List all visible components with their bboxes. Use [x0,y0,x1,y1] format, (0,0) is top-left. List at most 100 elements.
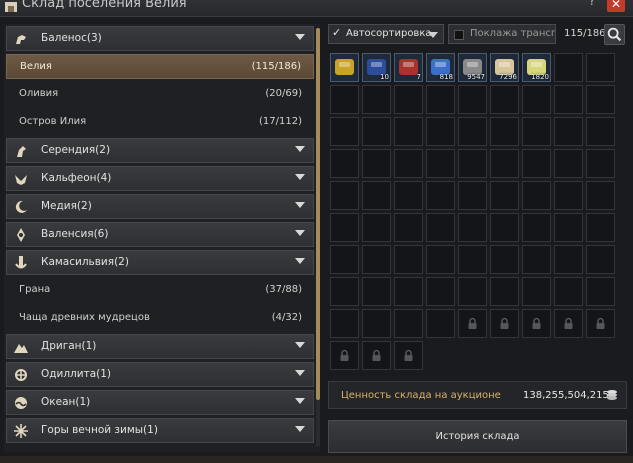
empty-slot[interactable] [554,277,583,306]
empty-slot[interactable] [394,181,423,210]
empty-slot[interactable] [394,213,423,242]
empty-slot[interactable] [554,85,583,114]
empty-slot[interactable] [362,149,391,178]
empty-slot[interactable] [586,149,615,178]
region-header[interactable]: Серендия(2) [6,138,314,163]
locked-slot[interactable] [522,309,551,338]
empty-slot[interactable] [330,181,359,210]
empty-slot[interactable] [522,85,551,114]
inventory-slot[interactable]: 7296 [490,53,519,82]
empty-slot[interactable] [458,181,487,210]
empty-slot[interactable] [586,85,615,114]
empty-slot[interactable] [458,277,487,306]
inventory-slot[interactable]: 10 [362,53,391,82]
inventory-slot[interactable]: 9547 [458,53,487,82]
empty-slot[interactable] [394,309,423,338]
empty-slot[interactable] [554,181,583,210]
empty-slot[interactable] [394,117,423,146]
empty-slot[interactable] [458,213,487,242]
locked-slot[interactable] [330,341,359,370]
town-row[interactable]: Оливия (20/69) [6,82,314,107]
empty-slot[interactable] [522,117,551,146]
town-row[interactable]: Грана (37/88) [6,278,314,303]
region-header[interactable]: Баленос(3) [6,26,314,51]
empty-slot[interactable] [362,309,391,338]
town-row[interactable]: Остров Илия (17/112) [6,110,314,135]
empty-slot[interactable] [330,85,359,114]
empty-slot[interactable] [490,85,519,114]
empty-slot[interactable] [522,149,551,178]
empty-slot[interactable] [330,149,359,178]
inventory-slot[interactable]: 1820 [522,53,551,82]
empty-slot[interactable] [586,117,615,146]
empty-slot[interactable] [394,149,423,178]
autosort-checkbox[interactable]: ✓ [332,27,344,39]
empty-slot[interactable] [554,245,583,274]
empty-slot[interactable] [554,117,583,146]
locked-slot[interactable] [554,309,583,338]
empty-slot[interactable] [426,85,455,114]
region-header[interactable]: Одиллита(1) [6,362,314,387]
region-header[interactable]: Камасильвия(2) [6,250,314,275]
empty-slot[interactable] [426,149,455,178]
empty-slot[interactable] [490,245,519,274]
empty-slot[interactable] [426,213,455,242]
empty-slot[interactable] [586,213,615,242]
town-row[interactable]: Велия (115/186) [6,54,314,79]
locked-slot[interactable] [490,309,519,338]
empty-slot[interactable] [490,213,519,242]
empty-slot[interactable] [394,85,423,114]
empty-slot[interactable] [458,85,487,114]
empty-slot[interactable] [490,149,519,178]
empty-slot[interactable] [330,245,359,274]
empty-slot[interactable] [426,245,455,274]
help-icon[interactable]: ? [585,0,599,8]
empty-slot[interactable] [362,277,391,306]
empty-slot[interactable] [362,245,391,274]
empty-slot[interactable] [394,245,423,274]
empty-slot[interactable] [458,117,487,146]
empty-slot[interactable] [426,117,455,146]
empty-slot[interactable] [426,181,455,210]
empty-slot[interactable] [394,277,423,306]
empty-slot[interactable] [458,149,487,178]
empty-slot[interactable] [554,149,583,178]
empty-slot[interactable] [586,277,615,306]
scrollbar-thumb[interactable] [316,28,320,400]
empty-slot[interactable] [330,213,359,242]
empty-slot[interactable] [522,245,551,274]
locked-slot[interactable] [586,309,615,338]
empty-slot[interactable] [522,181,551,210]
empty-slot[interactable] [426,309,455,338]
close-icon[interactable]: ✕ [607,0,625,12]
empty-slot[interactable] [490,277,519,306]
inventory-slot[interactable]: 818 [426,53,455,82]
locked-slot[interactable] [458,309,487,338]
town-row[interactable]: Чаща древних мудрецов (4/32) [6,306,314,331]
transport-toggle[interactable]: Поклажа трансп... [448,24,556,44]
inventory-slot[interactable]: 7 [394,53,423,82]
inventory-slot[interactable] [330,53,359,82]
region-header[interactable]: Кальфеон(4) [6,166,314,191]
empty-slot[interactable] [554,53,583,82]
region-header[interactable]: Горы вечной зимы(1) [6,418,314,443]
empty-slot[interactable] [362,213,391,242]
region-header[interactable]: Океан(1) [6,390,314,415]
empty-slot[interactable] [330,309,359,338]
empty-slot[interactable] [586,181,615,210]
empty-slot[interactable] [522,277,551,306]
autosort-dropdown[interactable]: ✓ Автосортировка [328,24,444,44]
region-header[interactable]: Медия(2) [6,194,314,219]
empty-slot[interactable] [586,53,615,82]
region-header[interactable]: Валенсия(6) [6,222,314,247]
storage-history-button[interactable]: История склада [328,420,627,453]
empty-slot[interactable] [330,117,359,146]
empty-slot[interactable] [362,117,391,146]
empty-slot[interactable] [586,245,615,274]
empty-slot[interactable] [490,117,519,146]
empty-slot[interactable] [458,245,487,274]
transport-checkbox[interactable] [454,30,464,40]
empty-slot[interactable] [330,277,359,306]
empty-slot[interactable] [426,277,455,306]
region-header[interactable]: Дриган(1) [6,334,314,359]
